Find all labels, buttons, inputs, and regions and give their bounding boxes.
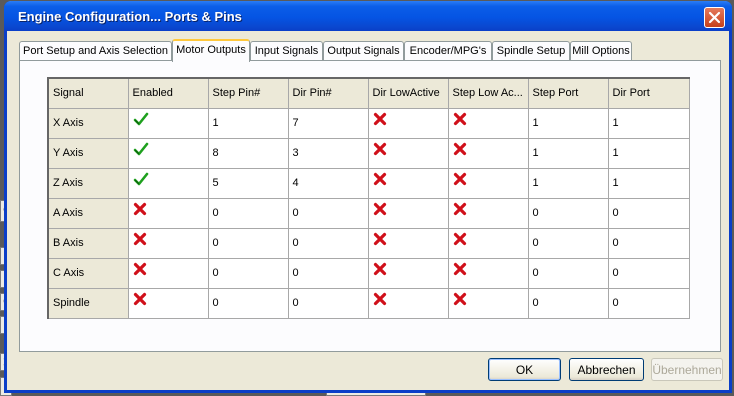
dir-pin-cell[interactable]: 0: [287, 287, 369, 319]
enabled-cell[interactable]: [127, 197, 209, 229]
close-icon: [708, 11, 721, 24]
step-low-active-cell[interactable]: [447, 197, 529, 229]
dir-port-cell[interactable]: 0: [607, 227, 690, 259]
tab-input-signals[interactable]: Input Signals: [250, 41, 323, 61]
row-label[interactable]: B Axis: [47, 227, 129, 259]
table-row: A Axis 0 0 0 0: [47, 197, 690, 229]
dir-port-cell[interactable]: 0: [607, 197, 690, 229]
step-port-cell[interactable]: 1: [527, 167, 609, 199]
enabled-cell[interactable]: [127, 167, 209, 199]
dir-pin-cell[interactable]: 3: [287, 137, 369, 169]
dir-low-active-cell[interactable]: [367, 137, 449, 169]
tab-encoder-mpg[interactable]: Encoder/MPG's: [404, 41, 492, 61]
dir-low-active-cell[interactable]: [367, 107, 449, 139]
table-row: X Axis 1 7 1 1: [47, 107, 690, 139]
step-pin-cell[interactable]: 0: [207, 257, 289, 289]
dir-port-cell[interactable]: 1: [607, 137, 690, 169]
step-low-active-cell[interactable]: [447, 107, 529, 139]
dir-low-active-cell[interactable]: [367, 197, 449, 229]
step-pin-cell[interactable]: 5: [207, 167, 289, 199]
dir-pin-cell[interactable]: 4: [287, 167, 369, 199]
dir-port-cell[interactable]: 0: [607, 257, 690, 289]
table-row: Z Axis 5 4 1 1: [47, 167, 690, 199]
enabled-cell[interactable]: [127, 107, 209, 139]
apply-button[interactable]: Übernehmen: [651, 358, 723, 381]
dir-port-cell[interactable]: 0: [607, 287, 690, 319]
dir-low-active-cell[interactable]: [367, 287, 449, 319]
column-header[interactable]: Step Pin#: [207, 77, 289, 109]
row-label[interactable]: X Axis: [47, 107, 129, 139]
dir-low-active-cell[interactable]: [367, 227, 449, 259]
cancel-button[interactable]: Abbrechen: [569, 358, 644, 381]
dir-pin-cell[interactable]: 0: [287, 227, 369, 259]
step-port-cell[interactable]: 0: [527, 257, 609, 289]
close-button[interactable]: [704, 7, 725, 28]
tab-motor-outputs[interactable]: Motor Outputs: [172, 39, 250, 62]
column-header[interactable]: Step Low Ac...: [447, 77, 529, 109]
grid-header-row: Signal Enabled Step Pin# Dir Pin# Dir Lo…: [47, 77, 690, 109]
step-pin-cell[interactable]: 0: [207, 227, 289, 259]
tab-output-signals[interactable]: Output Signals: [323, 41, 404, 61]
table-row: Spindle 0 0 0 0: [47, 287, 690, 319]
tab-mill-options[interactable]: Mill Options: [570, 41, 632, 61]
column-header[interactable]: Enabled: [127, 77, 209, 109]
step-port-cell[interactable]: 0: [527, 287, 609, 319]
dir-pin-cell[interactable]: 0: [287, 257, 369, 289]
column-header[interactable]: Dir LowActive: [367, 77, 449, 109]
step-port-cell[interactable]: 1: [527, 107, 609, 139]
window-title: Engine Configuration... Ports & Pins: [18, 9, 242, 24]
table-row: C Axis 0 0 0 0: [47, 257, 690, 289]
row-label[interactable]: Spindle: [47, 287, 129, 319]
column-header[interactable]: Step Port: [527, 77, 609, 109]
step-low-active-cell[interactable]: [447, 137, 529, 169]
step-pin-cell[interactable]: 0: [207, 287, 289, 319]
step-pin-cell[interactable]: 1: [207, 107, 289, 139]
ok-button[interactable]: OK: [488, 358, 561, 381]
tab-strip: Port Setup and Axis Selection Motor Outp…: [19, 39, 719, 62]
motor-outputs-grid: Signal Enabled Step Pin# Dir Pin# Dir Lo…: [47, 77, 690, 319]
step-port-cell[interactable]: 1: [527, 137, 609, 169]
dir-port-cell[interactable]: 1: [607, 167, 690, 199]
enabled-cell[interactable]: [127, 287, 209, 319]
dir-low-active-cell[interactable]: [367, 167, 449, 199]
enabled-cell[interactable]: [127, 137, 209, 169]
step-pin-cell[interactable]: 8: [207, 137, 289, 169]
tab-port-setup[interactable]: Port Setup and Axis Selection: [19, 41, 172, 61]
step-low-active-cell[interactable]: [447, 257, 529, 289]
enabled-cell[interactable]: [127, 257, 209, 289]
engine-configuration-dialog: Engine Configuration... Ports & Pins Por…: [4, 1, 732, 393]
row-label[interactable]: C Axis: [47, 257, 129, 289]
title-bar[interactable]: Engine Configuration... Ports & Pins: [4, 1, 732, 31]
step-port-cell[interactable]: 0: [527, 227, 609, 259]
step-pin-cell[interactable]: 0: [207, 197, 289, 229]
column-header[interactable]: Dir Port: [607, 77, 690, 109]
row-label[interactable]: Z Axis: [47, 167, 129, 199]
tab-spindle-setup[interactable]: Spindle Setup: [492, 41, 570, 61]
step-low-active-cell[interactable]: [447, 167, 529, 199]
column-header[interactable]: Dir Pin#: [287, 77, 369, 109]
motor-outputs-panel: Signal Enabled Step Pin# Dir Pin# Dir Lo…: [19, 60, 721, 352]
table-row: B Axis 0 0 0 0: [47, 227, 690, 259]
enabled-cell[interactable]: [127, 227, 209, 259]
row-label[interactable]: Y Axis: [47, 137, 129, 169]
column-header[interactable]: Signal: [47, 77, 129, 109]
step-port-cell[interactable]: 0: [527, 197, 609, 229]
table-row: Y Axis 8 3 1 1: [47, 137, 690, 169]
dir-pin-cell[interactable]: 0: [287, 197, 369, 229]
dir-low-active-cell[interactable]: [367, 257, 449, 289]
dir-port-cell[interactable]: 1: [607, 107, 690, 139]
dir-pin-cell[interactable]: 7: [287, 107, 369, 139]
step-low-active-cell[interactable]: [447, 227, 529, 259]
step-low-active-cell[interactable]: [447, 287, 529, 319]
row-label[interactable]: A Axis: [47, 197, 129, 229]
